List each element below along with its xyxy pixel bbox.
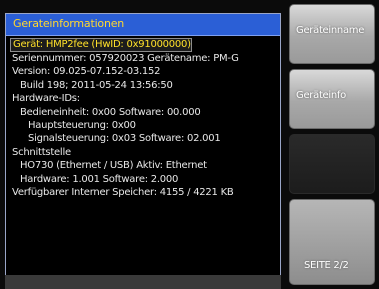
info-line: Hardware: 1.001 Software: 2.000 — [20, 173, 179, 185]
info-line: Hauptsteuerung: 0x00 — [28, 120, 136, 132]
info-list: Gerät: HMP2fee (HwID: 0x91000000) Serienn… — [10, 38, 278, 199]
panel-footer-strip — [5, 275, 281, 289]
info-line: Bedieneinheit: 0x00 Software: 00.000 — [20, 106, 201, 118]
info-line: Hardware-IDs: — [12, 93, 80, 105]
info-line: Schnittstelle — [12, 146, 71, 158]
empty-softkey[interactable] — [289, 134, 375, 194]
info-line: Signalsteuerung: 0x03 Software: 02.001 — [28, 133, 221, 145]
device-info-button[interactable]: Geräteinfo — [289, 69, 375, 129]
panel-title: Gerateinformationen — [13, 17, 125, 30]
device-name-button[interactable]: Geräteinname — [289, 4, 375, 64]
device-info-panel: Gerateinformationen Gerät: HMP2fee (HwID… — [5, 13, 281, 278]
info-line: Seriennummer: 057920023 Gerätename: PM-G — [12, 53, 239, 64]
page-indicator-label: SEITE 2/2 — [304, 260, 349, 271]
panel-header: Gerateinformationen — [6, 14, 280, 36]
info-line: Version: 09.025-07.152-03.152 — [12, 66, 161, 78]
page-button[interactable]: SEITE 2/2 — [289, 199, 375, 285]
info-line: Verfügbarer Interner Speicher: 4155 / 42… — [12, 187, 234, 199]
device-name-button-label: Geräteinname — [296, 25, 365, 36]
device-info-button-label: Geräteinfo — [296, 90, 346, 101]
info-line: HO730 (Ethernet / USB) Aktiv: Ethernet — [20, 160, 207, 172]
device-screen: Gerateinformationen Gerät: HMP2fee (HwID… — [0, 0, 379, 289]
info-line: Build 198; 2011-05-24 13:56:50 — [20, 79, 173, 91]
info-line: Gerät: HMP2fee (HwID: 0x91000000) — [10, 38, 192, 52]
